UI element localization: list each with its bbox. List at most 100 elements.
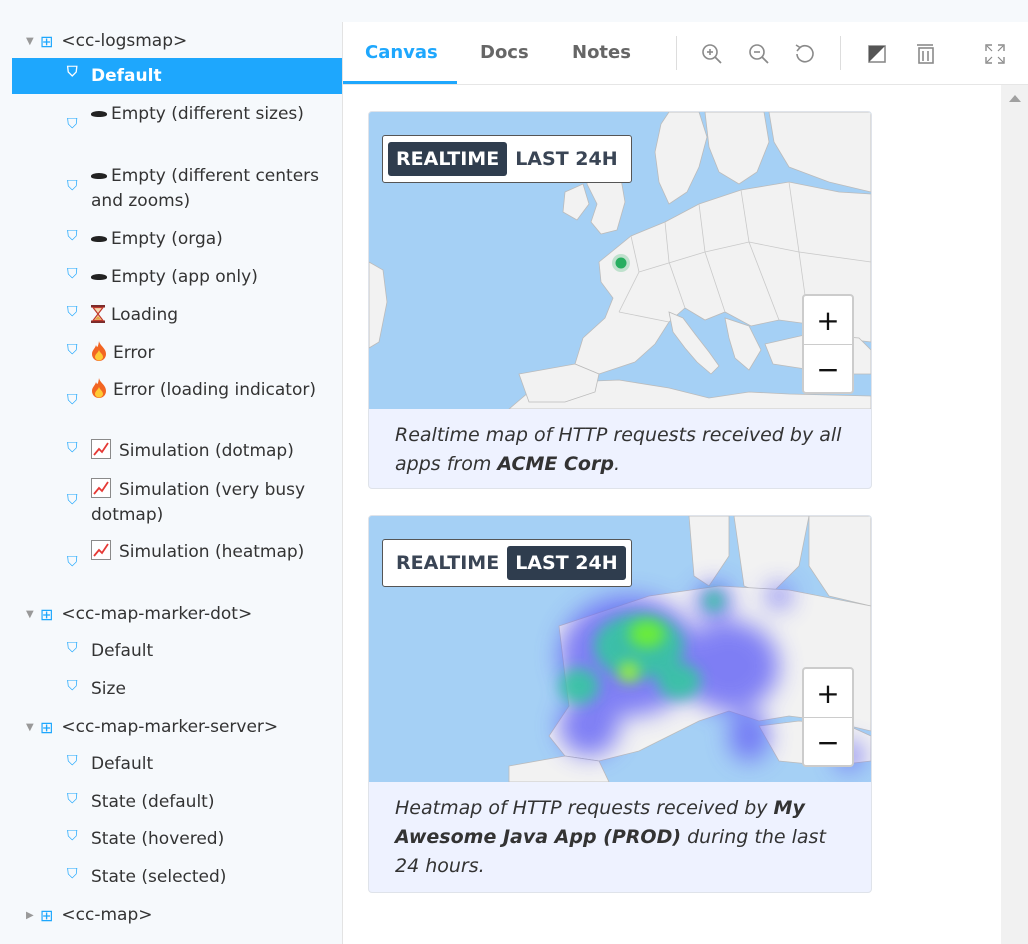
story-marker-dot-default[interactable]: ⛉ Default bbox=[12, 638, 342, 666]
story-label: Loading bbox=[111, 305, 179, 325]
tree-group-cc-map-marker-dot[interactable]: ▼ ⊞ <cc-map-marker-dot> bbox=[0, 595, 368, 633]
story-default[interactable]: ⛉ Default bbox=[12, 58, 342, 94]
bookmark-icon: ⛉ bbox=[67, 392, 78, 408]
map[interactable]: REALTIME LAST 24H + − bbox=[369, 516, 871, 782]
realtime-24h-toggle: REALTIME LAST 24H bbox=[382, 539, 632, 587]
story-error-loading-indicator[interactable]: ⛉ Error (loading indicator) bbox=[12, 376, 342, 428]
story-label: Simulation (heatmap) bbox=[119, 542, 305, 562]
hourglass-icon bbox=[91, 305, 105, 323]
map-caption: Realtime map of HTTP requests received b… bbox=[395, 424, 842, 475]
tab-notes[interactable]: Notes bbox=[572, 42, 631, 63]
story-marker-dot-size[interactable]: ⛉ Size bbox=[12, 676, 342, 704]
story-empty-orga[interactable]: ⛉ Empty (orga) bbox=[12, 226, 342, 254]
bookmark-icon: ⛉ bbox=[67, 64, 78, 80]
story-label: Default bbox=[91, 641, 154, 661]
story-error[interactable]: ⛉ Error bbox=[12, 340, 342, 368]
story-simulation-heatmap[interactable]: ⛉ Simulation (heatmap) bbox=[12, 538, 342, 590]
map-zoom-in-button[interactable]: + bbox=[804, 669, 852, 718]
story-simulation-very-busy[interactable]: ⛉ Simulation (very busy dotmap) bbox=[12, 476, 342, 528]
toggle-last-24h[interactable]: LAST 24H bbox=[507, 142, 625, 176]
chart-increasing-icon bbox=[91, 439, 111, 459]
bookmark-icon: ⛉ bbox=[67, 492, 78, 508]
fire-icon bbox=[92, 378, 106, 398]
toolbar: Canvas Docs Notes bbox=[343, 22, 1028, 85]
component-icon: ⊞ bbox=[40, 905, 54, 925]
caret-right-icon: ▶ bbox=[26, 909, 34, 921]
toggle-realtime[interactable]: REALTIME bbox=[388, 142, 508, 176]
story-label: Error bbox=[113, 343, 155, 363]
reset-zoom-icon[interactable] bbox=[792, 42, 816, 66]
story-label: Empty (app only) bbox=[111, 267, 258, 287]
bookmark-icon: ⛉ bbox=[67, 753, 78, 769]
toggle-realtime[interactable]: REALTIME bbox=[388, 546, 507, 580]
vertical-scrollbar[interactable] bbox=[1001, 85, 1028, 944]
bookmark-icon: ⛉ bbox=[67, 266, 78, 282]
hat-icon bbox=[91, 236, 107, 242]
story-simulation-dotmap[interactable]: ⛉ Simulation (dotmap) bbox=[12, 438, 342, 466]
component-icon: ⊞ bbox=[40, 717, 54, 737]
zoom-out-icon[interactable] bbox=[747, 42, 771, 66]
story-label: Error (loading indicator) bbox=[113, 380, 316, 400]
story-label: Empty (different centers and zooms) bbox=[91, 166, 320, 211]
bookmark-icon: ⛉ bbox=[67, 342, 78, 358]
toggle-last-24h[interactable]: LAST 24H bbox=[507, 546, 626, 580]
zoom-in-icon[interactable] bbox=[700, 42, 724, 66]
tab-docs[interactable]: Docs bbox=[480, 42, 529, 63]
fullscreen-icon[interactable] bbox=[983, 42, 1007, 66]
bookmark-icon: ⛉ bbox=[67, 116, 78, 132]
story-empty-different-centers[interactable]: ⛉ Empty (different centers and zooms) bbox=[12, 162, 342, 214]
bookmark-icon: ⛉ bbox=[67, 440, 78, 456]
tree-group-cc-map-marker-server[interactable]: ▼ ⊞ <cc-map-marker-server> bbox=[0, 708, 368, 746]
story-label: State (default) bbox=[91, 792, 215, 812]
chart-increasing-icon bbox=[91, 540, 111, 560]
sidebar: ▼ ⊞ <cc-logsmap> ⛉ Default ⛉ Empty (diff… bbox=[0, 0, 342, 944]
background-toggle-icon[interactable] bbox=[865, 42, 889, 66]
hat-icon bbox=[91, 111, 107, 117]
tree-group-cc-logsmap[interactable]: ▼ ⊞ <cc-logsmap> bbox=[0, 22, 368, 60]
caret-down-icon: ▼ bbox=[26, 721, 34, 733]
toolbar-divider bbox=[840, 36, 841, 70]
active-tab-indicator bbox=[343, 81, 457, 84]
caret-down-icon: ▼ bbox=[26, 608, 34, 620]
scroll-up-arrow-icon[interactable] bbox=[1009, 95, 1021, 102]
story-loading[interactable]: ⛉ Loading bbox=[12, 302, 342, 330]
story-empty-app-only[interactable]: ⛉ Empty (app only) bbox=[12, 264, 342, 292]
story-label: Default bbox=[91, 66, 162, 86]
story-marker-server-state-default[interactable]: ⛉ State (default) bbox=[12, 789, 342, 817]
bookmark-icon: ⛉ bbox=[67, 178, 78, 194]
tree-group-label: <cc-map-marker-server> bbox=[61, 716, 279, 737]
story-canvas: REALTIME LAST 24H + − Realtime map of HT… bbox=[343, 85, 1001, 944]
fire-icon bbox=[92, 341, 106, 361]
story-marker-server-state-selected[interactable]: ⛉ State (selected) bbox=[12, 864, 342, 892]
map[interactable]: REALTIME LAST 24H + − bbox=[369, 112, 871, 409]
bookmark-icon: ⛉ bbox=[67, 678, 78, 694]
story-empty-different-sizes[interactable]: ⛉ Empty (different sizes) bbox=[12, 100, 342, 152]
tree-group-label: <cc-logsmap> bbox=[61, 30, 188, 51]
org-name: ACME Corp bbox=[497, 453, 614, 475]
logsmap-card-heatmap: REALTIME LAST 24H + − Heatmap of HTTP re… bbox=[368, 515, 872, 893]
map-caption: Heatmap of HTTP requests received by My … bbox=[395, 797, 826, 877]
toolbar-divider bbox=[676, 36, 677, 70]
story-label: State (hovered) bbox=[91, 829, 225, 849]
map-zoom-out-button[interactable]: − bbox=[804, 718, 852, 766]
tree-group-cc-map[interactable]: ▶ ⊞ <cc-map> bbox=[0, 896, 368, 934]
bookmark-icon: ⛉ bbox=[67, 791, 78, 807]
realtime-24h-toggle: REALTIME LAST 24H bbox=[382, 135, 632, 183]
component-icon: ⊞ bbox=[40, 31, 54, 51]
story-label: Empty (different sizes) bbox=[111, 104, 304, 124]
map-zoom-in-button[interactable]: + bbox=[804, 296, 852, 345]
tab-canvas[interactable]: Canvas bbox=[365, 42, 438, 63]
chart-increasing-icon bbox=[91, 478, 111, 498]
story-marker-server-default[interactable]: ⛉ Default bbox=[12, 751, 342, 779]
story-marker-server-state-hovered[interactable]: ⛉ State (hovered) bbox=[12, 826, 342, 854]
preview-panel: Canvas Docs Notes REALTIME LAST 24H + − … bbox=[342, 22, 1028, 944]
map-zoom-out-button[interactable]: − bbox=[804, 345, 852, 393]
grid-toggle-icon[interactable] bbox=[913, 42, 937, 66]
story-label: State (selected) bbox=[91, 867, 227, 887]
bookmark-icon: ⛉ bbox=[67, 828, 78, 844]
logsmap-card-realtime: REALTIME LAST 24H + − Realtime map of HT… bbox=[368, 111, 872, 489]
tree-group-label: <cc-map-marker-dot> bbox=[61, 603, 253, 624]
bookmark-icon: ⛉ bbox=[67, 228, 78, 244]
hat-icon bbox=[91, 274, 107, 280]
bookmark-icon: ⛉ bbox=[67, 640, 78, 656]
